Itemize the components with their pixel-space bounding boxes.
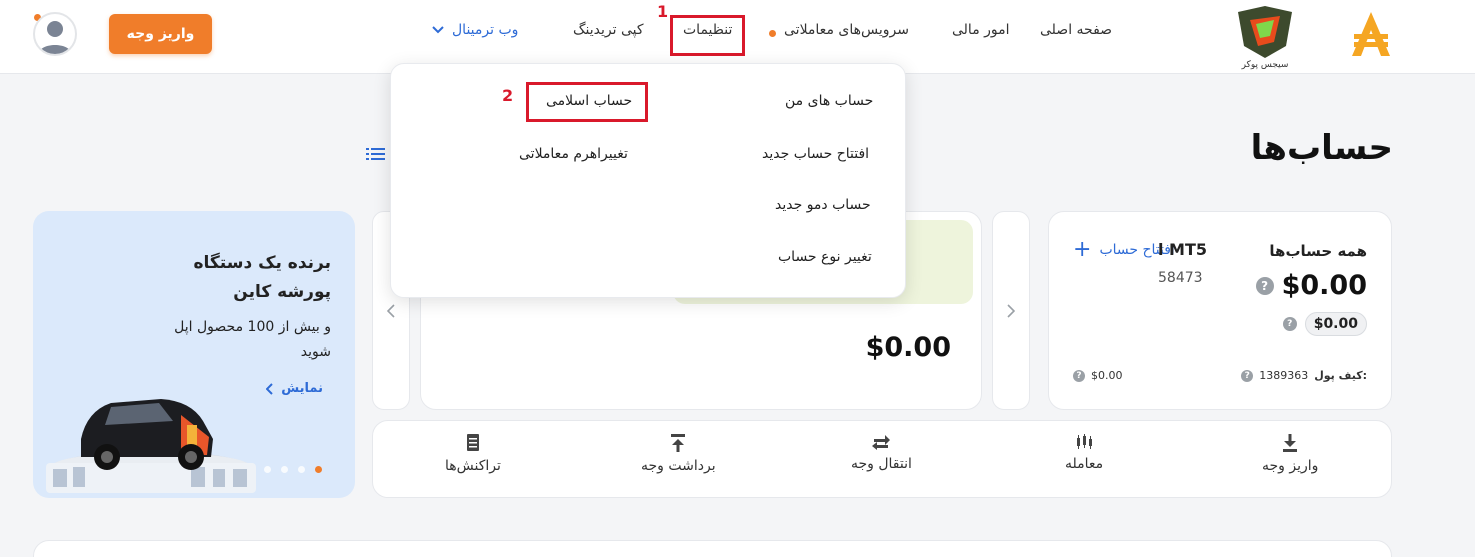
promo-body-line2: شوید [300,344,331,360]
action-deposit-label: واریز وجه [1262,458,1319,474]
carousel-dot[interactable] [298,466,305,473]
nav-web-terminal[interactable]: وب ترمینال [432,22,518,38]
annotation-box-islamic-account [526,82,648,122]
help-icon[interactable]: ? [1282,317,1297,331]
chevron-left-icon [387,304,395,318]
promo-title-line2: پورشه کاین [233,282,331,302]
settings-dropdown-menu: حساب های من افتتاح حساب جدید حساب دمو جد… [390,63,906,298]
promo-show-link[interactable]: نمایش [266,381,323,396]
partner-logo[interactable]: سیجس پوکر [1228,2,1302,74]
notification-dot [769,30,776,37]
sub-balance-pill: $0.00 [1304,312,1367,336]
help-icon[interactable]: ? [1241,369,1254,382]
receipt-icon [466,434,479,451]
total-balance: $0.00 [1281,270,1367,301]
candlestick-icon [1077,434,1093,449]
account-balance: $0.00 [865,332,951,363]
account-name: l MT5 [1158,240,1208,259]
nav-finance[interactable]: امور مالی [952,22,1010,38]
transfer-icon [872,435,891,450]
upload-icon [671,434,686,452]
carousel-next-button[interactable] [992,211,1030,410]
deposit-button[interactable]: واریز وجه [109,14,212,54]
menu-item-my-accounts[interactable]: حساب های من [785,93,873,109]
nav-trading-services[interactable]: سرویس‌های معاملاتی [784,22,909,38]
action-trade-label: معامله [1065,456,1104,472]
page-title: حساب‌ها [1250,128,1393,168]
account-number: 58473 [1158,270,1203,286]
avatar[interactable] [33,12,77,56]
action-transfer-label: انتقال وجه [851,456,912,472]
promo-title-line1: برنده یک دستگاه [193,253,331,273]
brand-logo-a[interactable] [1348,10,1394,60]
partner-logo-caption: سیجس پوکر [1241,60,1289,70]
bottom-section-card [33,540,1392,557]
wallet-label: کیف پول: [1314,369,1367,382]
chevron-down-icon [432,26,444,34]
user-icon [39,21,71,54]
action-trade[interactable]: معامله [1065,434,1103,472]
annotation-box-settings [670,15,745,56]
promo-body-line1: و بیش از 100 محصول اپل [174,319,331,335]
all-accounts-title: همه حساب‌ها [1269,242,1367,260]
menu-item-new-demo-account[interactable]: حساب دمو جدید [775,197,871,213]
action-deposit[interactable]: واریز وجه [1262,434,1318,474]
nav-home[interactable]: صفحه اصلی [1040,22,1112,38]
annotation-number-2: 2 [502,86,514,105]
carousel-dot[interactable] [281,466,288,473]
action-transfer[interactable]: انتقال وجه [851,434,912,472]
carousel-dot[interactable] [264,466,271,473]
carousel-dots [264,466,322,473]
download-icon [1283,434,1298,452]
menu-item-change-account-type[interactable]: تغییر نوع حساب [778,249,872,265]
all-accounts-card: همه حساب‌ها + افتتاح حساب ? $0.00 ? $0.0… [1048,211,1392,410]
help-icon[interactable]: ? [1073,369,1085,382]
action-withdraw-label: برداشت وجه [641,458,716,474]
annotation-number-1: 1 [657,2,669,21]
carousel-dot-active[interactable] [315,466,322,473]
action-transactions-label: تراکنش‌ها [445,458,501,474]
menu-item-change-leverage[interactable]: تغییراهرم معاملاتی [519,146,628,162]
list-view-icon[interactable] [366,146,386,166]
web-terminal-label: وب ترمینال [452,22,519,38]
promo-banner[interactable]: برنده یک دستگاه پورشه کاین و بیش از 100 … [33,211,355,498]
car-illustration [46,399,256,493]
chevron-right-icon [1007,304,1015,318]
nav-copy-trading[interactable]: کپی تریدینگ [573,22,644,38]
wallet-balance: $0.00 [1091,369,1123,382]
chevron-left-icon [266,382,273,395]
help-icon[interactable]: ? [1255,276,1274,295]
action-withdraw[interactable]: برداشت وجه [641,434,716,474]
wallet-id: 1389363 [1259,369,1309,382]
menu-item-new-account[interactable]: افتتاح حساب جدید [762,146,869,162]
promo-show-label: نمایش [281,381,323,396]
action-transactions[interactable]: تراکنش‌ها [445,434,501,474]
plus-icon: + [1073,237,1092,262]
